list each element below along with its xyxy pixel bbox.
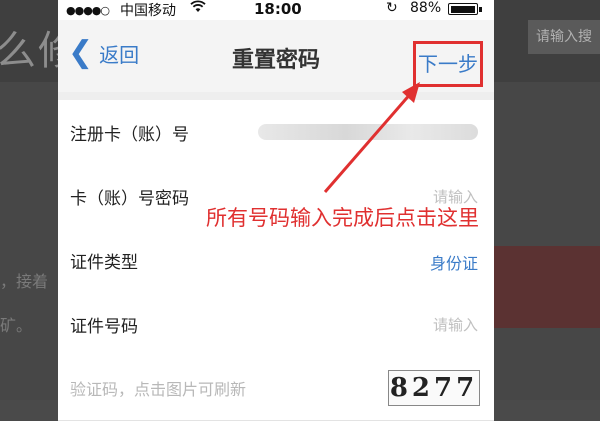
id-number-label: 证件号码 [70, 317, 138, 337]
signal-strength: ●●●●○ [66, 4, 110, 17]
wifi-icon [190, 0, 206, 17]
form-row-id-type[interactable]: 证件类型 身份证 [58, 228, 494, 293]
next-step-button[interactable]: 下一步 [413, 41, 483, 87]
status-time: 18:00 [254, 0, 302, 18]
phone-screen: ●●●●○ 中国移动 18:00 ↻ 88% ❮ 返回 重置密码 下一步 注册卡… [58, 0, 494, 421]
captcha-input[interactable]: 验证码，点击图片可刷新 [70, 376, 246, 400]
form-row-captcha[interactable]: 验证码，点击图片可刷新 8277 [58, 356, 494, 421]
carrier-name: 中国移动 [120, 3, 176, 19]
captcha-image[interactable]: 8277 [388, 370, 480, 406]
battery-icon [448, 3, 482, 15]
account-label: 注册卡（账）号 [70, 125, 189, 145]
id-number-input[interactable]: 请输入 [433, 314, 478, 335]
rotation-lock-icon: ↻ [386, 0, 398, 16]
battery-percent: 88% [410, 0, 442, 16]
background-text-line: ，接着 [0, 272, 49, 291]
background-text-line: 矿。 [0, 316, 33, 335]
password-label: 卡（账）号密码 [70, 189, 189, 209]
background-image [492, 246, 600, 328]
navigation-bar: ❮ 返回 重置密码 下一步 [58, 20, 494, 93]
form-row-id-number[interactable]: 证件号码 请输入 [58, 292, 494, 357]
status-bar: ●●●●○ 中国移动 18:00 ↻ 88% [58, 0, 494, 20]
id-type-select[interactable]: 身份证 [430, 250, 478, 274]
background-search-input[interactable]: 请输入搜 [528, 20, 600, 54]
id-type-label: 证件类型 [70, 253, 138, 273]
form-row-account[interactable]: 注册卡（账）号 [58, 100, 494, 165]
section-divider [58, 92, 494, 100]
annotation-text: 所有号码输入完成后点击这里 [206, 206, 479, 230]
account-value-blurred[interactable] [258, 124, 478, 140]
